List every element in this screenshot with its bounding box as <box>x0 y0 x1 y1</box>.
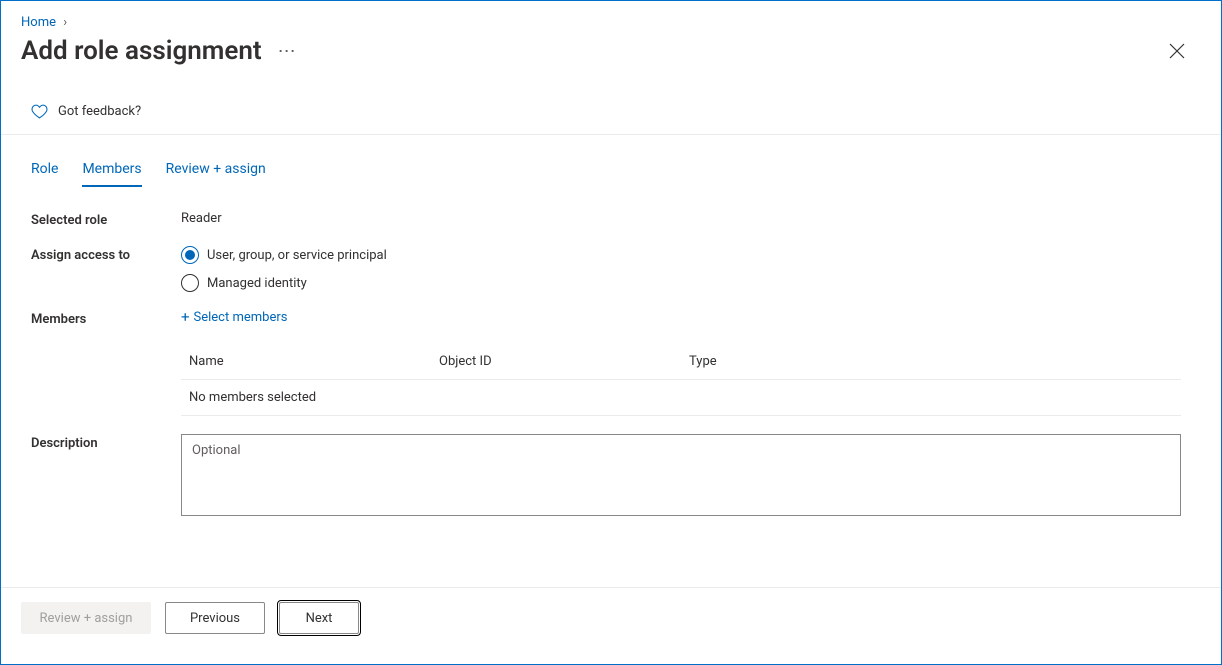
members-empty-message: No members selected <box>189 390 439 405</box>
content-scroll-region[interactable]: Got feedback? Role Members Review + assi… <box>1 91 1221 586</box>
radio-user-group-principal[interactable]: User, group, or service principal <box>181 246 1191 264</box>
members-label: Members <box>31 310 181 327</box>
radio-user-label: User, group, or service principal <box>207 248 387 263</box>
column-header-name[interactable]: Name <box>189 354 439 369</box>
members-table: Name Object ID Type No members selected <box>181 344 1181 416</box>
breadcrumb: Home › <box>1 1 1221 32</box>
tab-role[interactable]: Role <box>31 157 58 187</box>
select-members-text: Select members <box>194 310 288 325</box>
feedback-label: Got feedback? <box>58 104 141 119</box>
assign-access-label: Assign access to <box>31 246 181 263</box>
selected-role-value: Reader <box>181 211 1191 226</box>
close-button[interactable] <box>1163 37 1191 65</box>
radio-managed-label: Managed identity <box>207 276 307 291</box>
breadcrumb-home-link[interactable]: Home <box>21 15 56 30</box>
plus-icon: + <box>181 310 190 325</box>
feedback-link[interactable]: Got feedback? <box>1 91 1221 135</box>
radio-unselected-icon <box>181 274 199 292</box>
review-assign-button: Review + assign <box>21 602 151 634</box>
column-header-object-id[interactable]: Object ID <box>439 354 689 369</box>
heart-icon <box>31 103 48 120</box>
radio-selected-icon <box>181 246 199 264</box>
close-icon <box>1169 43 1185 59</box>
selected-role-label: Selected role <box>31 211 181 228</box>
members-table-empty-row: No members selected <box>181 379 1181 416</box>
description-label: Description <box>31 434 181 451</box>
footer-actions: Review + assign Previous Next <box>1 587 1221 648</box>
page-title: Add role assignment <box>21 36 262 66</box>
horizontal-scrollbar[interactable] <box>1 648 1221 664</box>
radio-managed-identity[interactable]: Managed identity <box>181 274 1191 292</box>
previous-button[interactable]: Previous <box>165 602 265 634</box>
tab-members[interactable]: Members <box>82 157 141 187</box>
tab-review-assign[interactable]: Review + assign <box>166 157 266 187</box>
next-button[interactable]: Next <box>279 602 359 634</box>
more-menu-icon[interactable]: ⋯ <box>274 37 301 66</box>
description-textarea[interactable] <box>181 434 1181 516</box>
chevron-right-icon: › <box>63 15 67 30</box>
tab-strip: Role Members Review + assign <box>1 135 1221 187</box>
column-header-type[interactable]: Type <box>689 354 1173 369</box>
select-members-link[interactable]: + Select members <box>181 310 287 325</box>
